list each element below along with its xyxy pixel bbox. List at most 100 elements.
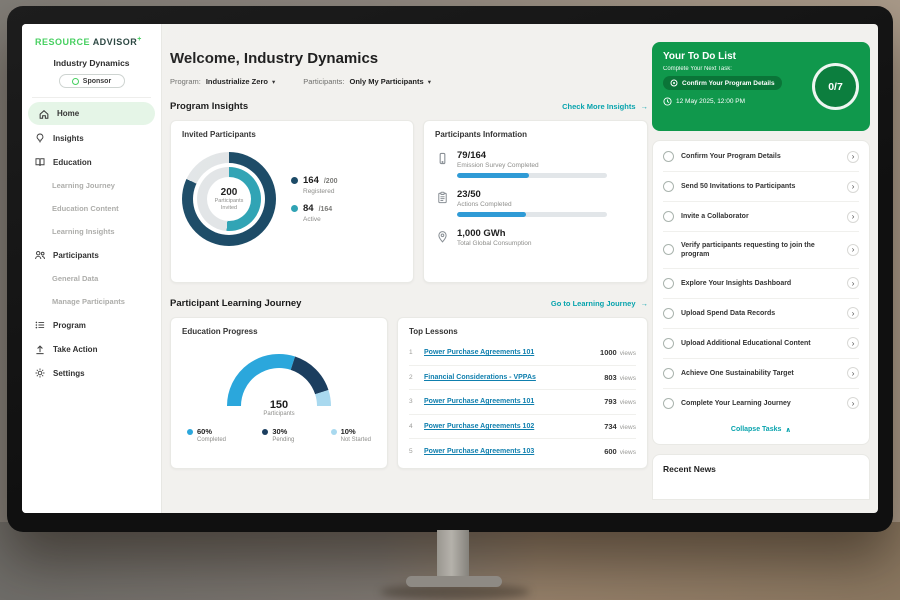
lesson-link[interactable]: Power Purchase Agreements 101	[424, 398, 597, 405]
program-insights-header: Program Insights Check More Insights →	[170, 101, 648, 112]
todo-progress-badge: 0/7	[812, 63, 859, 110]
education-progress-card: Education Progress 150 Participants 60% …	[170, 317, 388, 469]
chevron-right-icon[interactable]: ›	[847, 307, 859, 319]
chevron-right-icon[interactable]: ›	[847, 151, 859, 163]
consumption-row: 1,000 GWh Total Global Consumption	[435, 228, 636, 247]
check-more-insights-link[interactable]: Check More Insights →	[562, 102, 648, 111]
top-lessons-card: Top Lessons 1 Power Purchase Agreements …	[397, 317, 648, 469]
sidebar-item-label: Participants	[53, 251, 99, 260]
lessons-list: 1 Power Purchase Agreements 101 1000view…	[409, 341, 636, 464]
sidebar-item-insights[interactable]: Insights	[22, 126, 161, 150]
app-window: RESOURCE ADVISOR+ Industry Dynamics Spon…	[22, 24, 878, 513]
chevron-right-icon[interactable]: ›	[847, 367, 859, 379]
task-checkbox[interactable]	[663, 211, 674, 222]
todo-panel: Your To Do List Complete Your Next Task:…	[652, 24, 870, 500]
sponsor-badge[interactable]: Sponsor	[59, 74, 125, 88]
lesson-link[interactable]: Financial Considerations - VPPAs	[424, 374, 597, 381]
sidebar-item-education[interactable]: Education	[22, 150, 161, 174]
task-row[interactable]: Verify participants requesting to join t…	[663, 232, 859, 269]
gear-icon	[33, 367, 46, 379]
invited-donut-center: 200 Participants Invited	[207, 177, 251, 221]
lightbulb-icon	[33, 132, 46, 144]
app-logo: RESOURCE ADVISOR+	[22, 36, 161, 47]
task-row[interactable]: Explore Your Insights Dashboard ›	[663, 269, 859, 299]
task-row[interactable]: Invite a Collaborator ›	[663, 202, 859, 232]
learning-journey-header: Participant Learning Journey Go to Learn…	[170, 298, 648, 309]
clock-icon	[663, 97, 672, 106]
list-icon	[33, 319, 46, 331]
go-to-learning-journey-link[interactable]: Go to Learning Journey →	[551, 299, 648, 308]
task-row[interactable]: Confirm Your Program Details ›	[663, 142, 859, 172]
actions-progress-track	[457, 212, 607, 217]
lesson-link[interactable]: Power Purchase Agreements 103	[424, 448, 597, 455]
sponsor-icon	[72, 78, 79, 85]
sponsor-badge-label: Sponsor	[83, 78, 111, 85]
legend-completed: 60% Completed	[187, 427, 226, 443]
sidebar-item-participants[interactable]: Participants	[22, 243, 161, 267]
sidebar-item-label: Insights	[53, 134, 84, 143]
info-progress-fill-1	[457, 212, 526, 217]
task-checkbox[interactable]	[663, 308, 674, 319]
chevron-right-icon[interactable]: ›	[847, 181, 859, 193]
chevron-down-icon: ▾	[428, 78, 431, 86]
chevron-right-icon[interactable]: ›	[847, 337, 859, 349]
sidebar-item-education-content[interactable]: Education Content	[22, 197, 161, 220]
participants-filter: Participants: Only My Participants ▾	[303, 77, 431, 86]
upload-icon	[33, 343, 46, 355]
home-icon	[37, 108, 50, 120]
chevron-right-icon[interactable]: ›	[847, 277, 859, 289]
task-checkbox[interactable]	[663, 278, 674, 289]
sidebar-item-label: General Data	[52, 274, 98, 283]
lesson-link[interactable]: Power Purchase Agreements 101	[424, 349, 593, 356]
participants-filter-dropdown[interactable]: Only My Participants ▾	[350, 77, 431, 86]
not-started-dot	[331, 429, 337, 435]
lesson-row: 2 Financial Considerations - VPPAs 803vi…	[409, 366, 636, 391]
monitor-stand-base	[406, 576, 502, 587]
monitor-stand-neck	[437, 530, 469, 580]
participants-filter-label: Participants:	[303, 77, 344, 86]
scene: RESOURCE ADVISOR+ Industry Dynamics Spon…	[0, 0, 900, 600]
learning-cards-row: Education Progress 150 Participants 60% …	[170, 317, 648, 469]
page-title: Welcome, Industry Dynamics	[170, 50, 648, 67]
sidebar-divider	[32, 97, 151, 98]
device-icon	[435, 152, 449, 165]
next-task-pill[interactable]: Confirm Your Program Details	[663, 76, 782, 90]
chevron-right-icon[interactable]: ›	[847, 397, 859, 409]
task-row[interactable]: Send 50 Invitations to Participants ›	[663, 172, 859, 202]
chevron-right-icon[interactable]: ›	[847, 211, 859, 223]
sidebar-item-manage-participants[interactable]: Manage Participants	[22, 290, 161, 313]
task-checkbox[interactable]	[663, 181, 674, 192]
lesson-row: 3 Power Purchase Agreements 101 793views	[409, 390, 636, 415]
collapse-tasks-button[interactable]: Collapse Tasks ∧	[663, 418, 859, 443]
task-row[interactable]: Achieve One Sustainability Target ›	[663, 359, 859, 389]
task-row[interactable]: Complete Your Learning Journey ›	[663, 389, 859, 418]
sidebar-item-home[interactable]: Home	[28, 102, 155, 125]
task-checkbox[interactable]	[663, 338, 674, 349]
recent-news-title: Recent News	[663, 464, 859, 474]
insights-cards-row: Invited Participants 200 Participants In…	[170, 120, 648, 283]
sidebar-item-learning-insights[interactable]: Learning Insights	[22, 220, 161, 243]
lesson-link[interactable]: Power Purchase Agreements 102	[424, 423, 597, 430]
task-row[interactable]: Upload Spend Data Records ›	[663, 299, 859, 329]
section-title-program-insights: Program Insights	[170, 101, 248, 112]
invited-participants-card: Invited Participants 200 Participants In…	[170, 120, 414, 283]
sidebar-item-label: Take Action	[53, 345, 97, 354]
todo-task-list: Confirm Your Program Details › Send 50 I…	[652, 140, 870, 445]
sidebar-item-general-data[interactable]: General Data	[22, 267, 161, 290]
task-row[interactable]: Upload Additional Educational Content ›	[663, 329, 859, 359]
chevron-right-icon[interactable]: ›	[847, 244, 859, 256]
task-checkbox[interactable]	[663, 151, 674, 162]
task-checkbox[interactable]	[663, 398, 674, 409]
program-filter-dropdown[interactable]: Industrialize Zero ▾	[206, 77, 275, 86]
sidebar-item-take-action[interactable]: Take Action	[22, 337, 161, 361]
sidebar-item-settings[interactable]: Settings	[22, 361, 161, 385]
todo-summary-card: Your To Do List Complete Your Next Task:…	[652, 42, 870, 131]
task-checkbox[interactable]	[663, 244, 674, 255]
sidebar-item-program[interactable]: Program	[22, 313, 161, 337]
sidebar-item-learning-journey[interactable]: Learning Journey	[22, 174, 161, 197]
task-checkbox[interactable]	[663, 368, 674, 379]
sidebar-item-label: Settings	[53, 369, 85, 378]
participants-information-card: Participants Information 79/164 Emission…	[423, 120, 648, 283]
recent-news-card: Recent News	[652, 454, 870, 500]
program-filter-label: Program:	[170, 77, 201, 86]
